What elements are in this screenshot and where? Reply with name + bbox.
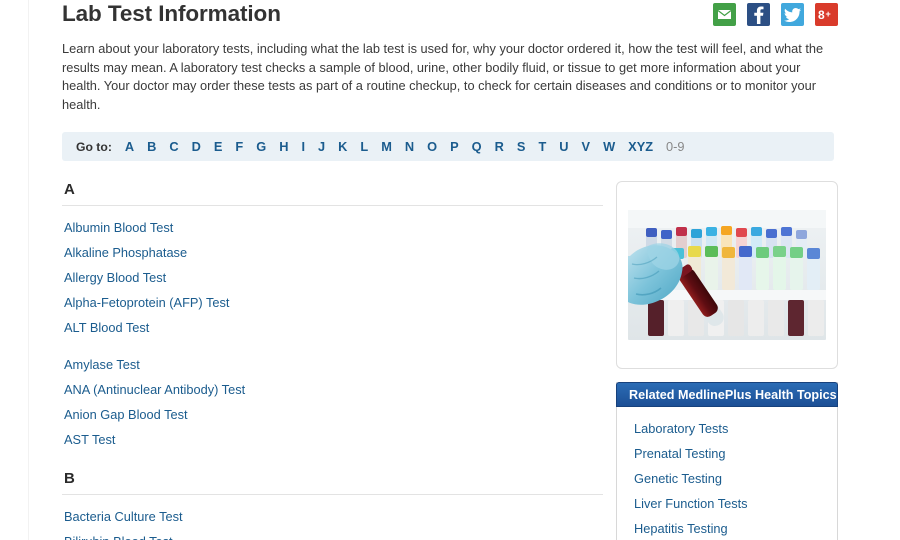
alpha-nav-link-h[interactable]: H [279,139,288,154]
alpha-nav-letters: A B C D E F G H I J K L M N O P Q R S T U V W XYZ 0-9 [125,139,698,154]
alpha-nav-link-r[interactable]: R [495,139,504,154]
test-link[interactable]: AST Test [62,427,608,452]
alpha-nav-link-w[interactable]: W [603,139,615,154]
test-link[interactable]: Anion Gap Blood Test [62,402,608,427]
alpha-nav-link-u[interactable]: U [559,139,568,154]
list-item: Hepatitis Testing [617,516,837,540]
list-item: Allergy Blood Test [62,265,608,290]
alpha-nav-link-a[interactable]: A [125,139,134,154]
alpha-nav-link-m[interactable]: M [381,139,392,154]
alpha-nav-link-s[interactable]: S [517,139,526,154]
letter-heading-rule [62,205,603,207]
alpha-nav-link-q[interactable]: Q [472,139,482,154]
page-intro-text: Learn about your laboratory tests, inclu… [62,41,824,112]
list-item: Albumin Blood Test [62,215,608,240]
related-topic-link[interactable]: Genetic Testing [617,466,837,491]
alpha-nav-label: Go to: [76,139,112,154]
related-topics-title: Related MedlinePlus Health Topics [616,382,838,408]
test-list-b: Bacteria Culture TestBilirubin Blood Tes… [62,504,608,540]
test-link[interactable]: Alpha-Fetoprotein (AFP) Test [62,290,608,315]
test-link[interactable]: ANA (Antinuclear Antibody) Test [62,377,608,402]
related-topic-link[interactable]: Liver Function Tests [617,491,837,516]
related-topics-list: Laboratory Tests Prenatal Testing Genetic … [617,407,837,540]
alpha-nav-link-t[interactable]: T [538,139,546,154]
list-item: Anion Gap Blood Test [62,402,608,427]
alpha-nav-link-xyz[interactable]: XYZ [628,139,653,154]
alpha-nav-link-j[interactable]: J [318,139,325,154]
letter-heading-rule [62,494,603,496]
svg-text:8: 8 [818,8,825,21]
list-item: Laboratory Tests [617,416,837,441]
lab-test-tubes-photo [628,210,826,341]
alpha-nav-link-l[interactable]: L [360,139,368,154]
alpha-nav-link-0-9: 0-9 [666,139,685,155]
test-list-spacer [62,340,608,352]
related-topic-link[interactable]: Prenatal Testing [617,441,837,466]
related-topics-card: Related MedlinePlus Health Topics Labora… [616,382,838,540]
alpha-nav-link-p[interactable]: P [450,139,459,154]
list-item: Alpha-Fetoprotein (AFP) Test [62,290,608,315]
test-link[interactable]: Bacteria Culture Test [62,504,608,529]
page-root: 8 + Lab Test Information Learn about you… [0,0,900,540]
list-item: AST Test [62,427,608,452]
test-link[interactable]: Alkaline Phosphatase [62,240,608,265]
alpha-nav-link-e[interactable]: E [214,139,223,154]
list-item: Bacteria Culture Test [62,504,608,529]
facebook-share-icon[interactable] [747,3,770,26]
svg-text:+: + [826,9,831,19]
alpha-nav-link-c[interactable]: C [169,139,178,154]
alpha-nav-link-d[interactable]: D [192,139,201,154]
list-item: Alkaline Phosphatase [62,240,608,265]
left-gutter-divider [28,0,29,540]
alpha-nav-link-o[interactable]: O [427,139,437,154]
email-share-icon[interactable] [713,3,736,26]
list-item: Liver Function Tests [617,491,837,516]
alpha-nav-link-k[interactable]: K [338,139,347,154]
content-wrapper: Lab Test Information Learn about your la… [62,0,838,540]
alpha-nav-link-b[interactable]: B [147,139,156,154]
list-item: ALT Blood Test [62,315,608,340]
alpha-nav-link-i[interactable]: I [301,139,305,154]
list-item: Amylase Test [62,352,608,377]
main-columns: A Albumin Blood Test Alkaline Phosphatase A… [62,181,838,540]
list-item: Genetic Testing [617,466,837,491]
sidebar-column: Related MedlinePlus Health Topics Labora… [616,181,838,540]
test-directory-column: A Albumin Blood Test Alkaline Phosphatase A… [62,181,608,540]
list-item: Bilirubin Blood Test [62,529,608,540]
alpha-nav-link-f[interactable]: F [235,139,243,154]
alpha-nav-link-n[interactable]: N [405,139,414,154]
social-share-bar: 8 + [713,3,838,26]
test-link[interactable]: Albumin Blood Test [62,215,608,240]
test-link[interactable]: Allergy Blood Test [62,265,608,290]
related-topic-link[interactable]: Laboratory Tests [617,416,837,441]
twitter-share-icon[interactable] [781,3,804,26]
test-link[interactable]: Amylase Test [62,352,608,377]
alpha-nav-link-v[interactable]: V [582,139,591,154]
lab-photo-card [616,181,838,370]
test-list-a: Albumin Blood Test Alkaline Phosphatase Al… [62,215,608,452]
related-topic-link[interactable]: Hepatitis Testing [617,516,837,540]
alpha-nav-link-g[interactable]: G [256,139,266,154]
google-plus-share-icon[interactable]: 8 + [815,3,838,26]
test-link[interactable]: ALT Blood Test [62,315,608,340]
list-item: Prenatal Testing [617,441,837,466]
letter-heading-b: B [64,470,75,488]
test-link[interactable]: Bilirubin Blood Test [62,529,608,540]
alphabet-navigation: Go to: A B C D E F G H I J K L M N O P Q R S T U V W XYZ 0-9 [62,132,834,162]
list-item: ANA (Antinuclear Antibody) Test [62,377,608,402]
letter-heading-a: A [64,181,75,199]
